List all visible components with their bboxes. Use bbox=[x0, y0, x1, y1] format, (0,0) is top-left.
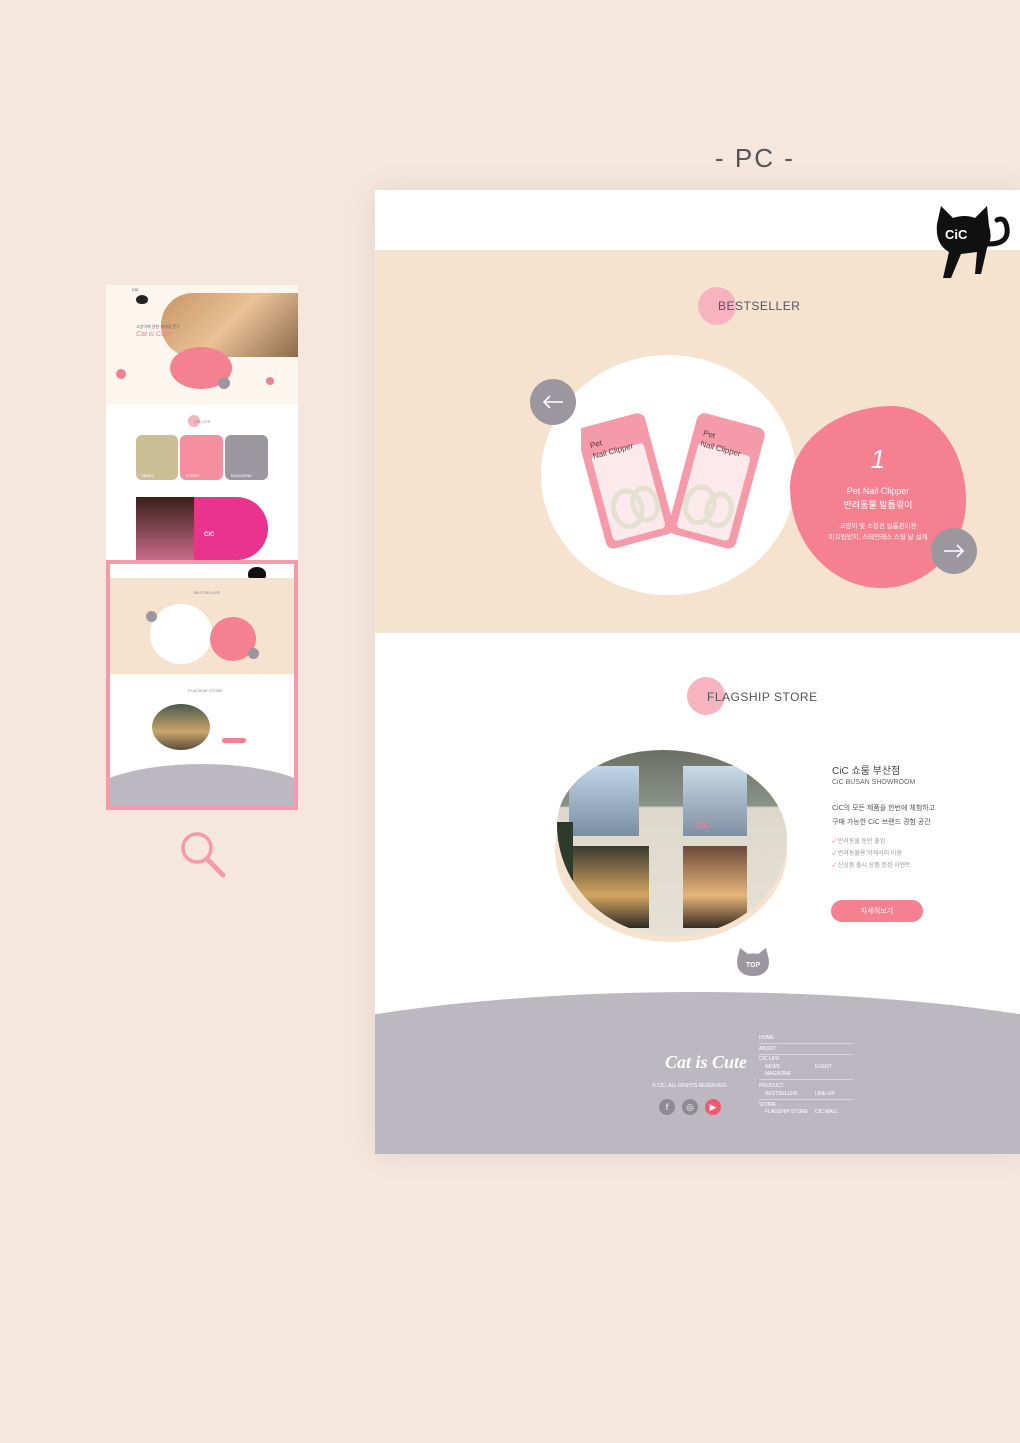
footer-copyright: © CIC. ALL RIGHTS RESERVED. bbox=[652, 1083, 728, 1089]
store-sign: CiC bbox=[695, 820, 710, 830]
youtube-icon[interactable]: ▶ bbox=[705, 1099, 721, 1115]
flagship-title: FLAGSHIP STORE bbox=[707, 690, 818, 704]
thumb-dot bbox=[116, 369, 126, 379]
footer-link-flagship[interactable]: FLAGSHIP STORE bbox=[765, 1109, 808, 1115]
top-button[interactable]: TOP bbox=[736, 948, 770, 976]
footer bbox=[375, 992, 1020, 1154]
mobile-overview-thumbnail[interactable]: CiC 고양이에 관한 설레임 문구 Cat is Cute! CIC LIFE… bbox=[106, 285, 298, 810]
next-button[interactable] bbox=[931, 528, 977, 574]
bestseller-section: BESTSELLER Pet Nail Clipper Pet Nail Cli… bbox=[375, 250, 1020, 633]
footer-divider bbox=[759, 1079, 853, 1080]
nail-clipper-packages-image: Pet Nail Clipper Pet Nail Clipper bbox=[581, 413, 765, 549]
footer-link-product[interactable]: PRODUCT bbox=[759, 1083, 784, 1089]
detail-button[interactable]: 자세히보기 bbox=[831, 900, 923, 922]
footer-divider bbox=[759, 1099, 853, 1100]
product-name-en: Pet Nail Clipper bbox=[846, 486, 910, 496]
thumb-promo-logo: CiC bbox=[204, 532, 215, 538]
product-rank: 1 bbox=[870, 444, 886, 474]
footer-logo[interactable]: Cat is Cute bbox=[665, 1052, 747, 1073]
footer-link-lineup[interactable]: LINE-UP bbox=[815, 1091, 835, 1097]
instagram-icon[interactable]: ◎ bbox=[682, 1099, 698, 1115]
thumb-highlight-frame: BESTSELLER FLAGSHIP STORE bbox=[106, 560, 298, 810]
footer-link-cic-life[interactable]: CIC LIFE bbox=[759, 1056, 780, 1062]
thumb-product-circle bbox=[150, 604, 212, 664]
thumb-promo-photo bbox=[136, 497, 194, 560]
store-desc-line2: 구매 가능한 CiC 브랜드 경험 공간 bbox=[832, 819, 931, 826]
store-tree bbox=[557, 822, 573, 932]
footer-link-home[interactable]: HOME bbox=[759, 1035, 774, 1041]
thumb-hero-section: CiC 고양이에 관한 설레임 문구 Cat is Cute! bbox=[106, 285, 298, 405]
thumb-card-label: NEWS bbox=[142, 473, 154, 478]
footer-link-magazine[interactable]: MAGAZINE bbox=[765, 1071, 791, 1077]
thumb-hero-photo bbox=[161, 293, 298, 357]
store-entrance bbox=[569, 846, 649, 928]
footer-link-about[interactable]: ABOUT bbox=[759, 1046, 776, 1052]
thumb-best-label: BESTSELLER bbox=[194, 590, 220, 595]
store-feature: ✓ 신상품 출시 상품 증정 이벤트 bbox=[832, 863, 911, 869]
thumb-hero-line: 고양이에 관한 설레임 문구 bbox=[136, 324, 180, 329]
thumb-flagship-label: FLAGSHIP STORE bbox=[188, 688, 223, 693]
thumb-store-photo bbox=[152, 704, 210, 750]
store-photo: CiC bbox=[557, 750, 787, 936]
thumb-footer bbox=[110, 764, 294, 806]
cat-logo-text: CiC bbox=[945, 227, 968, 242]
store-name: CiC 쇼룸 부산점 bbox=[832, 766, 901, 777]
prev-button[interactable] bbox=[530, 379, 576, 425]
footer-divider bbox=[759, 1043, 853, 1044]
store-feature: ✓ 반려동물용 악세서리 이용 bbox=[832, 851, 902, 857]
store-feature: ✓ 반려동물 동반 출입 bbox=[832, 839, 886, 845]
thumb-prev-button[interactable] bbox=[146, 611, 157, 622]
thumb-cat-logo bbox=[136, 295, 148, 304]
thumb-detail-button[interactable] bbox=[222, 738, 246, 743]
product-image-circle: Pet Nail Clipper Pet Nail Clipper bbox=[541, 355, 796, 595]
footer-link-news[interactable]: NEWS bbox=[765, 1064, 780, 1070]
thumb-cic-life-section: CIC LIFE NEWS EVENT MAGAZINE CiC bbox=[106, 405, 298, 560]
thumb-dot bbox=[266, 377, 274, 385]
store-window-upper-right bbox=[683, 766, 747, 836]
footer-divider bbox=[759, 1054, 853, 1055]
arrow-right-icon bbox=[944, 544, 965, 558]
thumb-card-label: MAGAZINE bbox=[231, 473, 252, 478]
cat-logo-icon[interactable]: CiC bbox=[931, 204, 1017, 280]
store-window-upper-left bbox=[569, 766, 639, 836]
footer-link-bestseller[interactable]: BESTSELLER bbox=[765, 1091, 797, 1097]
pc-heading: - PC - bbox=[715, 143, 795, 173]
header-bar bbox=[375, 190, 1020, 250]
top-button-label: TOP bbox=[745, 962, 761, 969]
thumb-logo-text: CiC bbox=[132, 287, 139, 292]
thumb-next-button[interactable] bbox=[218, 377, 230, 389]
facebook-icon[interactable]: f bbox=[659, 1099, 675, 1115]
product-name-ko: 반려동물 발톱깎이 bbox=[843, 500, 913, 510]
store-window-lower-right bbox=[683, 846, 747, 928]
thumb-next-button[interactable] bbox=[248, 648, 259, 659]
thumb-card-label: EVENT bbox=[186, 473, 200, 478]
store-name-en: CiC BUSAN SHOWROOM bbox=[832, 779, 916, 786]
store-desc-line1: CiC의 모든 제품을 한번에 체험하고 bbox=[832, 805, 936, 812]
magnifier-icon[interactable] bbox=[178, 830, 228, 880]
footer-link-event[interactable]: EVENT bbox=[815, 1064, 832, 1070]
pc-page-mockup: BESTSELLER Pet Nail Clipper Pet Nail Cli… bbox=[375, 190, 1020, 1154]
product-desc-line1: 고양이 및 소형견 발톱관리용 bbox=[839, 523, 917, 530]
bestseller-title: BESTSELLER bbox=[718, 299, 801, 313]
arrow-left-icon bbox=[542, 395, 563, 409]
footer-link-cic-mall[interactable]: CIC MALL bbox=[815, 1109, 838, 1115]
thumb-cic-life-label: CIC LIFE bbox=[194, 419, 211, 424]
footer-link-store[interactable]: STORE bbox=[759, 1102, 776, 1108]
thumb-hero-tagline: Cat is Cute! bbox=[136, 331, 173, 338]
